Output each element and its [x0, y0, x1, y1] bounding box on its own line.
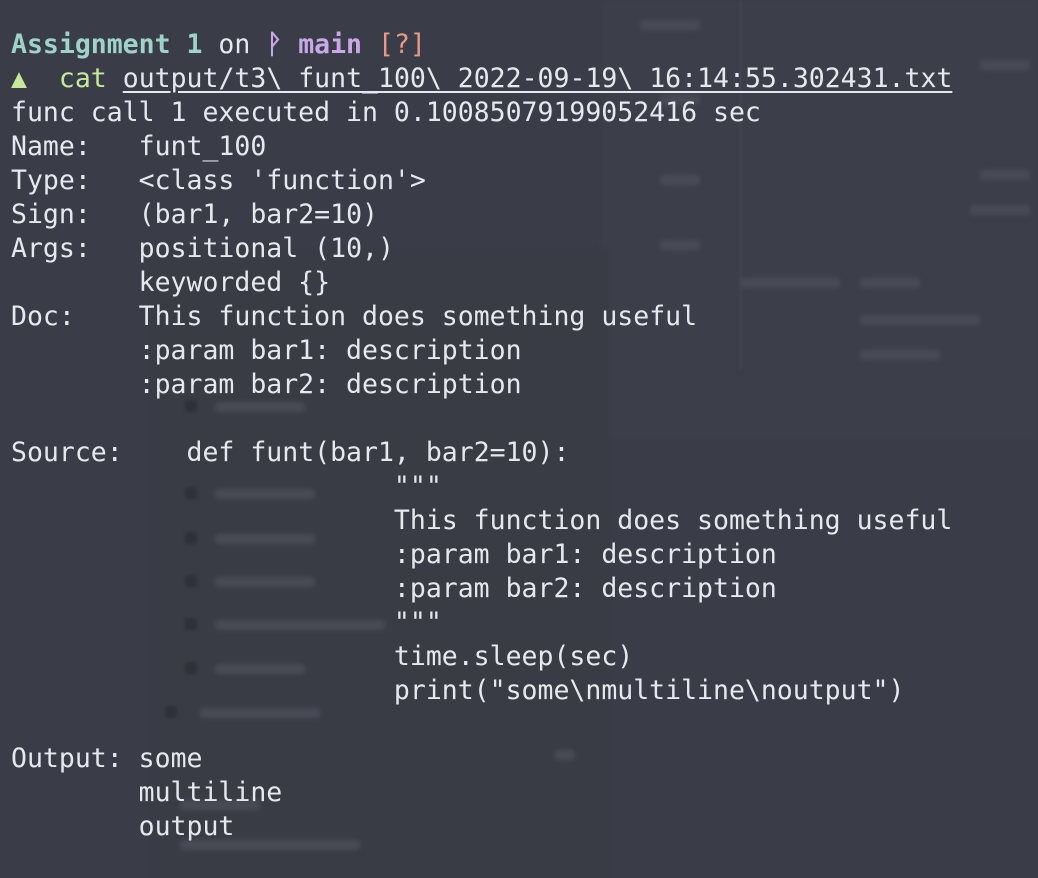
type-row: Type: <class 'function'> [11, 164, 1031, 198]
doc-row: :param bar2: description [11, 368, 1031, 402]
source-row: Source: def funt(bar1, bar2=10): [11, 436, 1031, 470]
prompt-arrow-icon: ▲ [11, 63, 27, 94]
source-def: def funt(bar1, bar2=10): [186, 437, 570, 468]
command-argument-path[interactable]: output/t3\ funt_100\ 2022-09-19\ 16:14:5… [123, 63, 953, 94]
sign-row: Sign: (bar1, bar2=10) [11, 198, 1031, 232]
type-value: <class 'function'> [138, 165, 426, 196]
command-line: ▲ cat output/t3\ funt_100\ 2022-09-19\ 1… [11, 62, 1031, 96]
prompt-branch: main [298, 29, 363, 60]
source-code-text: """ [393, 607, 442, 638]
source-code-text: """ [393, 471, 442, 502]
doc-line: :param bar2: description [138, 369, 522, 400]
source-label: Source: [11, 437, 123, 468]
source-line: """ [11, 470, 1031, 504]
prompt-git-status: [?] [377, 29, 426, 60]
source-code-text: time.sleep(sec) [393, 641, 634, 672]
args-keyworded: keyworded {} [138, 267, 331, 298]
output-label: Output: [11, 743, 123, 774]
sign-label: Sign: [11, 199, 91, 230]
output-row: Output: some [11, 742, 1031, 776]
output-line: some [138, 743, 203, 774]
doc-row: :param bar1: description [11, 334, 1031, 368]
output-row: multiline [11, 776, 1031, 810]
source-line: This function does something useful [11, 504, 1031, 538]
args-positional: positional (10,) [138, 233, 394, 264]
git-branch-icon: ᚹ [266, 29, 283, 60]
args-row: Args: positional (10,) [11, 232, 1031, 266]
source-code-text: :param bar1: description [393, 539, 777, 570]
type-label: Type: [11, 165, 91, 196]
source-line: :param bar1: description [11, 538, 1031, 572]
doc-label: Doc: [11, 301, 75, 332]
exec-time-line: func call 1 executed in 0.10085079199052… [11, 97, 761, 128]
args-label: Args: [11, 233, 91, 264]
output-row: output [11, 810, 1031, 844]
output-line: multiline [138, 777, 283, 808]
prompt-directory: Assignment 1 [11, 29, 203, 60]
terminal-output[interactable]: Assignment 1 on ᚹ main [?] ▲ cat output/… [11, 28, 1031, 844]
source-code-text: :param bar2: description [393, 573, 777, 604]
source-line: :param bar2: description [11, 572, 1031, 606]
sign-value: (bar1, bar2=10) [138, 199, 378, 230]
name-row: Name: funt_100 [11, 130, 1031, 164]
source-code-text: print("some\nmultiline\noutput") [393, 675, 905, 706]
source-code-text: This function does something useful [393, 505, 953, 536]
doc-line: This function does something useful [138, 301, 698, 332]
doc-row: Doc: This function does something useful [11, 300, 1031, 334]
shell-prompt: Assignment 1 on ᚹ main [?] [11, 28, 1031, 62]
source-line: print("some\nmultiline\noutput") [11, 674, 1031, 708]
args-keyworded-row: keyworded {} [11, 266, 1031, 300]
name-label: Name: [11, 131, 91, 162]
source-line: time.sleep(sec) [11, 640, 1031, 674]
name-value: funt_100 [138, 131, 267, 162]
prompt-on-text: on [218, 29, 251, 60]
command-name: cat [58, 63, 107, 94]
output-line: output [138, 811, 235, 842]
source-line: """ [11, 606, 1031, 640]
doc-line: :param bar1: description [138, 335, 522, 366]
